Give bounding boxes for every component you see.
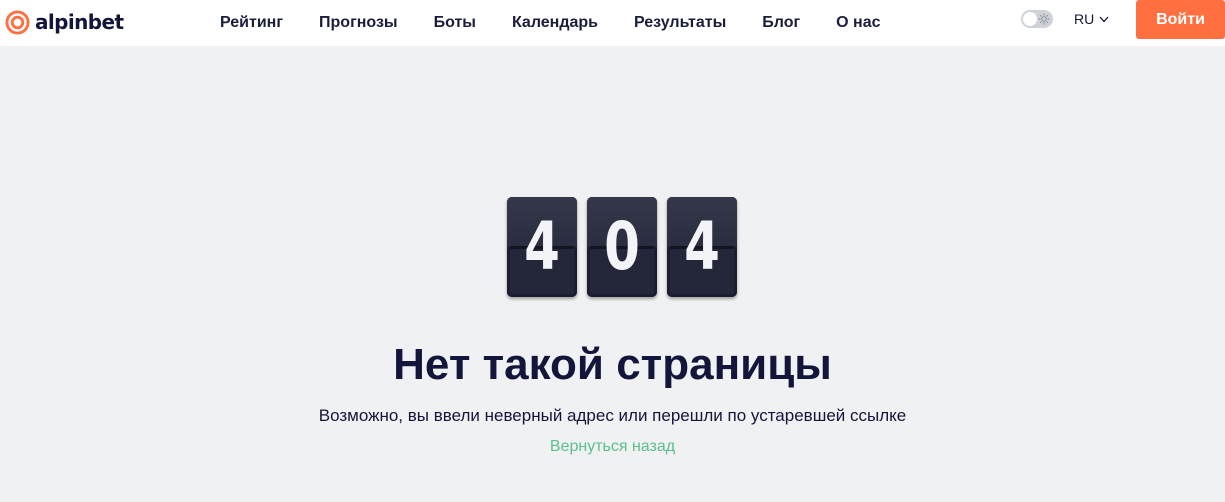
flip-digit: 4 (684, 208, 720, 285)
flip-digit: 4 (524, 208, 560, 285)
theme-toggle[interactable] (1021, 10, 1053, 28)
main-nav: Рейтинг Прогнозы Боты Календарь Результа… (220, 0, 917, 46)
nav-item-results[interactable]: Результаты (634, 14, 726, 32)
flip-card: 4 (507, 197, 577, 297)
brand-logo[interactable]: alpinbet (5, 8, 124, 36)
site-header: alpinbet Рейтинг Прогнозы Боты Календарь… (0, 0, 1225, 46)
logo-text: alpinbet (35, 10, 124, 34)
page-title: Нет такой страницы (393, 340, 832, 389)
nav-item-calendar[interactable]: Календарь (512, 14, 598, 32)
error-description: Возможно, вы ввели неверный адрес или пе… (318, 406, 907, 425)
nav-item-blog[interactable]: Блог (762, 14, 800, 32)
login-button[interactable]: Войти (1136, 0, 1225, 39)
flip-card: 0 (587, 197, 657, 297)
nav-item-predictions[interactable]: Прогнозы (319, 14, 398, 32)
language-label: RU (1074, 11, 1095, 27)
language-selector[interactable]: RU (1074, 11, 1109, 27)
logo-mark-icon (5, 9, 30, 35)
chevron-down-icon (1099, 16, 1109, 22)
flip-digit: 0 (604, 208, 640, 285)
sun-icon (1038, 13, 1050, 25)
nav-item-about[interactable]: О нас (836, 14, 880, 32)
back-link[interactable]: Вернуться назад (0, 437, 1225, 457)
flip-counter: 4 0 4 (507, 197, 738, 297)
nav-item-rating[interactable]: Рейтинг (220, 14, 283, 32)
toggle-knob (1023, 12, 1037, 26)
nav-item-bots[interactable]: Боты (434, 14, 476, 32)
flip-card: 4 (667, 197, 737, 297)
